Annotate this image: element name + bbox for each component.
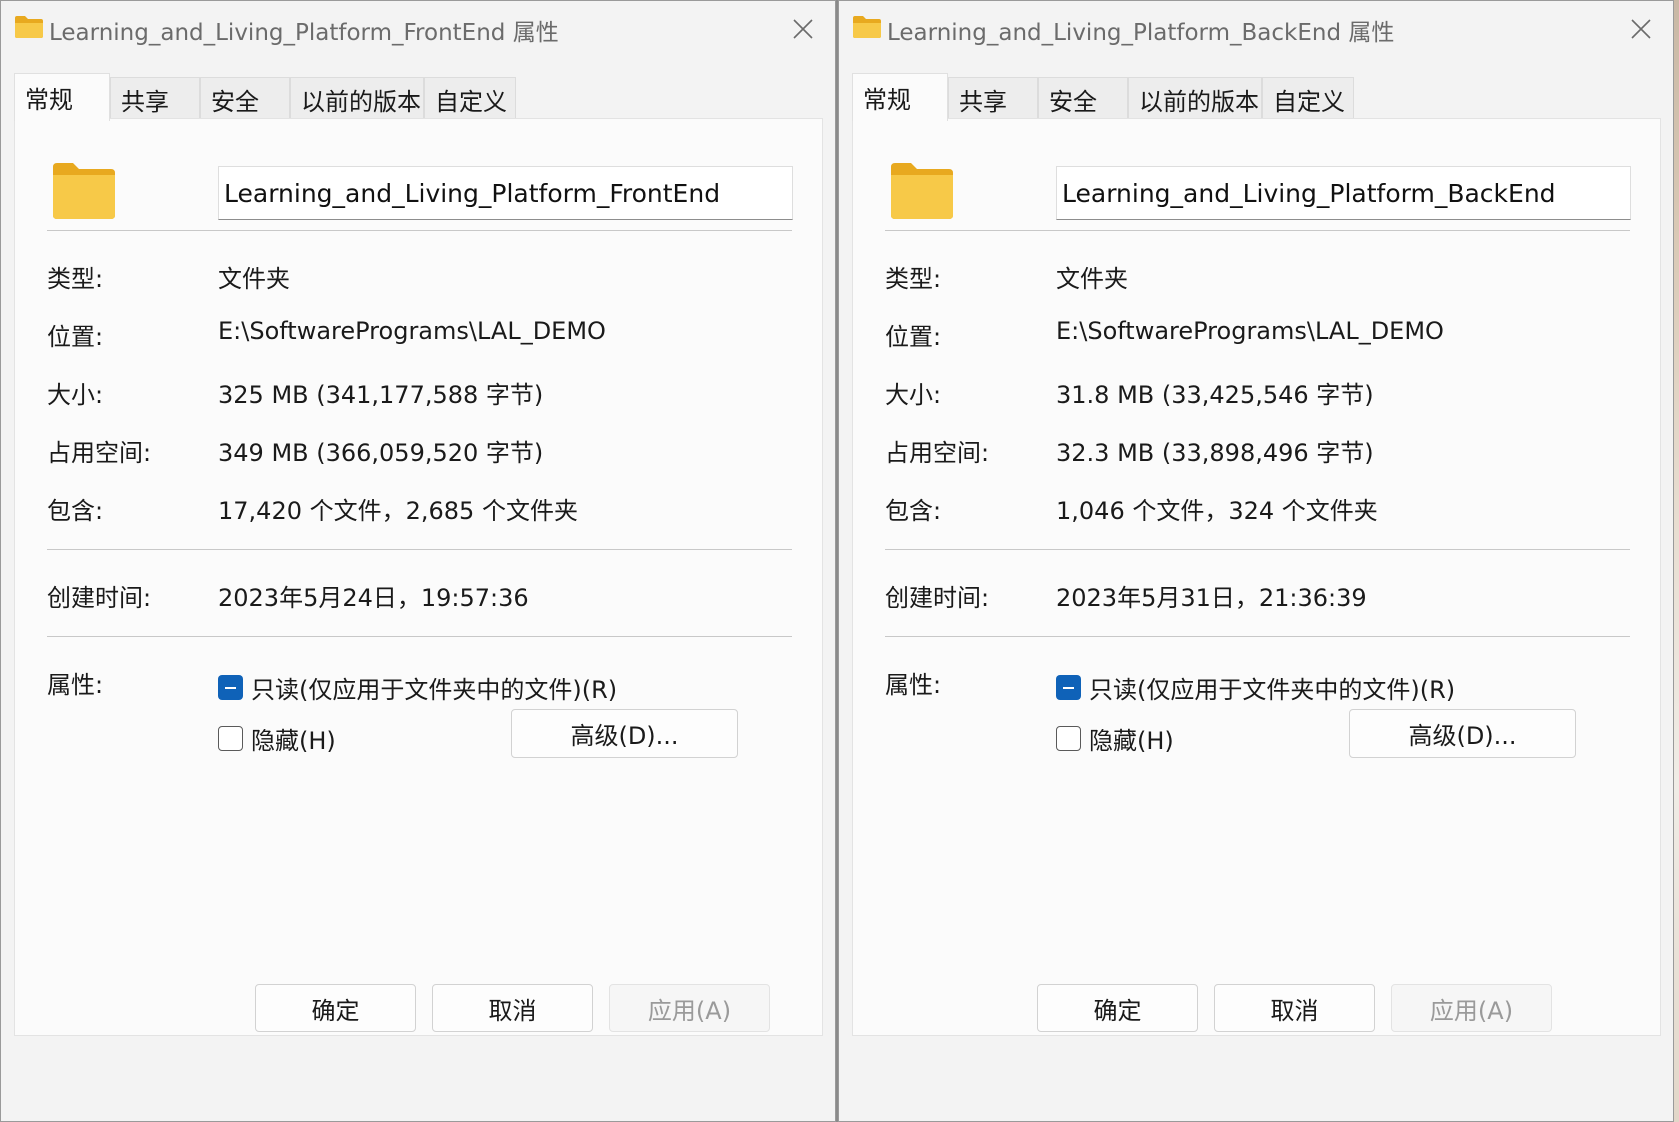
close-button[interactable] (1619, 9, 1663, 49)
divider (47, 230, 792, 231)
close-icon (793, 19, 813, 39)
divider (885, 230, 1630, 231)
location-value: E:\SoftwarePrograms\LAL_DEMO (1056, 317, 1444, 345)
ok-button[interactable]: 确定 (255, 984, 416, 1032)
created-value: 2023年5月31日，21:36:39 (1056, 584, 1367, 612)
apply-button[interactable]: 应用(A) (1391, 984, 1552, 1032)
divider (47, 549, 792, 550)
readonly-label: 只读(仅应用于文件夹中的文件)(R) (251, 676, 618, 704)
folder-icon (891, 163, 953, 219)
apply-button[interactable]: 应用(A) (609, 984, 770, 1032)
ok-button[interactable]: 确定 (1037, 984, 1198, 1032)
desktop: Learning_and_Living_Platform_FrontEnd 属性… (0, 0, 1679, 1122)
tab-security[interactable]: 安全 (1038, 77, 1128, 121)
hidden-checkbox-row[interactable]: 隐藏(H) (1056, 721, 1174, 756)
close-icon (1631, 19, 1651, 39)
folder-icon (15, 16, 43, 38)
readonly-checkbox[interactable] (1056, 675, 1081, 700)
hidden-label: 隐藏(H) (251, 727, 336, 755)
readonly-checkbox[interactable] (218, 675, 243, 700)
general-panel: 类型: 文件夹 位置: E:\SoftwarePrograms\LAL_DEMO… (14, 118, 823, 1036)
hidden-checkbox[interactable] (218, 726, 243, 751)
disk-size-value: 32.3 MB (33,898,496 字节) (1056, 439, 1374, 467)
title-bar: Learning_and_Living_Platform_BackEnd 属性 (839, 1, 1673, 57)
tab-sharing[interactable]: 共享 (110, 77, 200, 121)
readonly-checkbox-row[interactable]: 只读(仅应用于文件夹中的文件)(R) (218, 670, 617, 705)
tab-label: 常规 (25, 86, 73, 114)
size-value: 31.8 MB (33,425,546 字节) (1056, 381, 1374, 409)
tab-bar: 常规 共享 安全 以前的版本 自定义 (14, 73, 516, 121)
created-value: 2023年5月24日，19:57:36 (218, 584, 529, 612)
divider (885, 549, 1630, 550)
folder-icon (853, 16, 881, 38)
tab-previous-versions[interactable]: 以前的版本 (290, 77, 424, 121)
tab-label: 共享 (121, 88, 169, 116)
tab-label: 安全 (211, 88, 259, 116)
tab-general[interactable]: 常规 (14, 73, 110, 121)
attributes-label: 属性: (885, 671, 942, 699)
contains-value: 1,046 个文件，324 个文件夹 (1056, 497, 1378, 525)
window-title: Learning_and_Living_Platform_BackEnd 属性 (887, 20, 1395, 46)
contains-label: 包含: (885, 497, 942, 525)
tab-security[interactable]: 安全 (200, 77, 290, 121)
tab-label: 安全 (1049, 88, 1097, 116)
created-label: 创建时间: (47, 584, 152, 612)
disk-size-value: 349 MB (366,059,520 字节) (218, 439, 544, 467)
tab-bar: 常规 共享 安全 以前的版本 自定义 (852, 73, 1354, 121)
properties-dialog-frontend: Learning_and_Living_Platform_FrontEnd 属性… (0, 0, 836, 1122)
size-value: 325 MB (341,177,588 字节) (218, 381, 544, 409)
tab-customize[interactable]: 自定义 (1262, 77, 1354, 121)
title-bar: Learning_and_Living_Platform_FrontEnd 属性 (1, 1, 835, 57)
tab-label: 共享 (959, 88, 1007, 116)
tab-sharing[interactable]: 共享 (948, 77, 1038, 121)
tab-label: 常规 (863, 86, 911, 114)
hidden-label: 隐藏(H) (1089, 727, 1174, 755)
contains-value: 17,420 个文件，2,685 个文件夹 (218, 497, 578, 525)
location-value: E:\SoftwarePrograms\LAL_DEMO (218, 317, 606, 345)
folder-icon (53, 163, 115, 219)
size-label: 大小: (47, 381, 104, 409)
tab-label: 自定义 (1273, 88, 1345, 116)
folder-name-input[interactable] (1056, 166, 1631, 220)
location-label: 位置: (47, 323, 104, 351)
tab-customize[interactable]: 自定义 (424, 77, 516, 121)
folder-name-input[interactable] (218, 166, 793, 220)
properties-dialog-backend: Learning_and_Living_Platform_BackEnd 属性 … (838, 0, 1674, 1122)
tab-label: 自定义 (435, 88, 507, 116)
size-label: 大小: (885, 381, 942, 409)
readonly-checkbox-row[interactable]: 只读(仅应用于文件夹中的文件)(R) (1056, 670, 1455, 705)
tab-general[interactable]: 常规 (852, 73, 948, 121)
type-label: 类型: (885, 265, 942, 293)
divider (47, 636, 792, 637)
readonly-label: 只读(仅应用于文件夹中的文件)(R) (1089, 676, 1456, 704)
attributes-label: 属性: (47, 671, 104, 699)
close-button[interactable] (781, 9, 825, 49)
advanced-button[interactable]: 高级(D)... (511, 709, 738, 758)
hidden-checkbox[interactable] (1056, 726, 1081, 751)
cancel-button[interactable]: 取消 (432, 984, 593, 1032)
cancel-button[interactable]: 取消 (1214, 984, 1375, 1032)
type-label: 类型: (47, 265, 104, 293)
advanced-button[interactable]: 高级(D)... (1349, 709, 1576, 758)
disk-size-label: 占用空间: (885, 439, 990, 467)
tab-label: 以前的版本 (1139, 88, 1259, 116)
contains-label: 包含: (47, 497, 104, 525)
hidden-checkbox-row[interactable]: 隐藏(H) (218, 721, 336, 756)
type-value: 文件夹 (1056, 265, 1128, 293)
tab-previous-versions[interactable]: 以前的版本 (1128, 77, 1262, 121)
divider (885, 636, 1630, 637)
type-value: 文件夹 (218, 265, 290, 293)
window-title: Learning_and_Living_Platform_FrontEnd 属性 (49, 20, 559, 46)
created-label: 创建时间: (885, 584, 990, 612)
general-panel: 类型: 文件夹 位置: E:\SoftwarePrograms\LAL_DEMO… (852, 118, 1661, 1036)
disk-size-label: 占用空间: (47, 439, 152, 467)
location-label: 位置: (885, 323, 942, 351)
tab-label: 以前的版本 (301, 88, 421, 116)
